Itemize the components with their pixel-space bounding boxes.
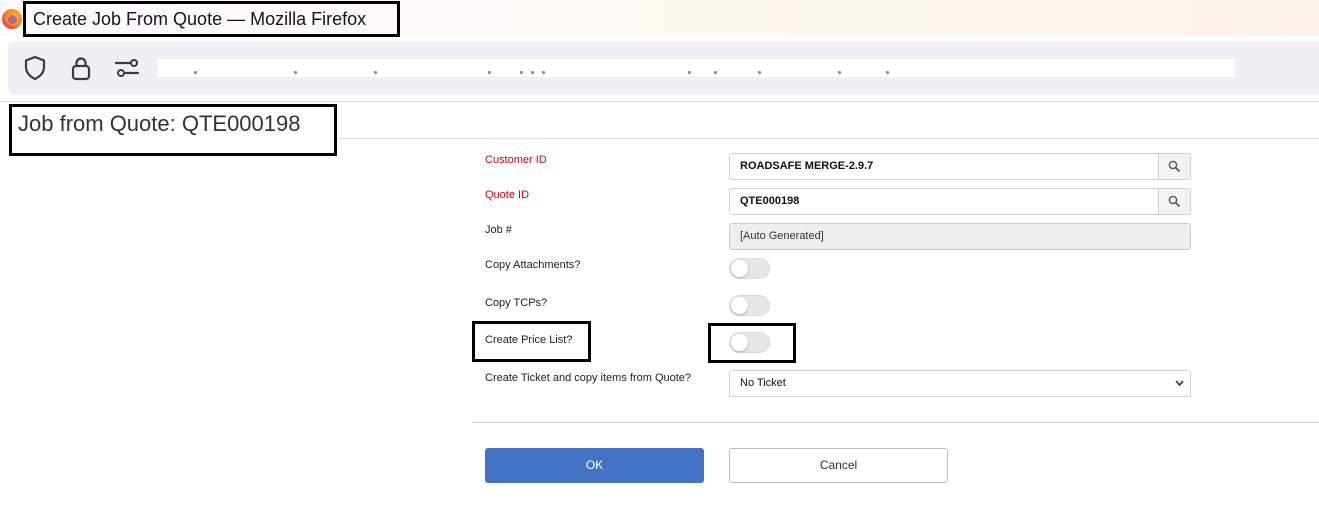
window-title: Create Job From Quote — Mozilla Firefox [23,1,400,37]
url-bar[interactable] [8,41,1319,95]
create-ticket-label: Create Ticket and copy items from Quote? [485,372,692,384]
customer-id-field[interactable]: ROADSAFE MERGE-2.9.7 [729,153,1191,180]
ok-button[interactable]: OK [485,448,704,483]
customer-id-label: Customer ID [485,154,547,166]
job-number-field: [Auto Generated] [729,223,1191,250]
search-icon [1168,195,1180,207]
url-text-redacted[interactable] [158,59,1235,77]
quote-id-label: Quote ID [485,189,530,201]
shield-icon[interactable] [21,54,49,82]
copy-tcps-toggle[interactable] [729,295,770,316]
cancel-button[interactable]: Cancel [729,448,948,483]
create-price-list-toggle[interactable] [729,332,770,353]
firefox-logo-icon [2,9,22,29]
quote-id-field[interactable]: QTE000198 [729,188,1191,215]
divider [337,138,1319,139]
customer-id-value: ROADSAFE MERGE-2.9.7 [740,160,874,172]
create-ticket-value: No Ticket [740,377,786,389]
search-icon [1168,160,1180,172]
job-number-label: Job # [485,224,512,236]
copy-attachments-toggle[interactable] [729,258,770,279]
divider [472,422,1319,423]
copy-attachments-label: Copy Attachments? [485,259,581,271]
browser-titlebar: Create Job From Quote — Mozilla Firefox [0,0,1319,37]
permissions-icon[interactable] [113,54,141,82]
create-price-list-label: Create Price List? [485,334,573,346]
create-ticket-select[interactable]: No Ticket [729,370,1191,397]
copy-tcps-label: Copy TCPs? [485,297,548,309]
divider [0,101,1319,102]
quote-id-value: QTE000198 [740,195,800,207]
page-title: Job from Quote: QTE000198 [9,104,337,156]
job-number-value: [Auto Generated] [740,230,824,242]
chevron-down-icon [1175,380,1184,386]
quote-lookup-button[interactable] [1158,189,1190,214]
lock-icon[interactable] [67,54,95,82]
customer-lookup-button[interactable] [1158,154,1190,179]
